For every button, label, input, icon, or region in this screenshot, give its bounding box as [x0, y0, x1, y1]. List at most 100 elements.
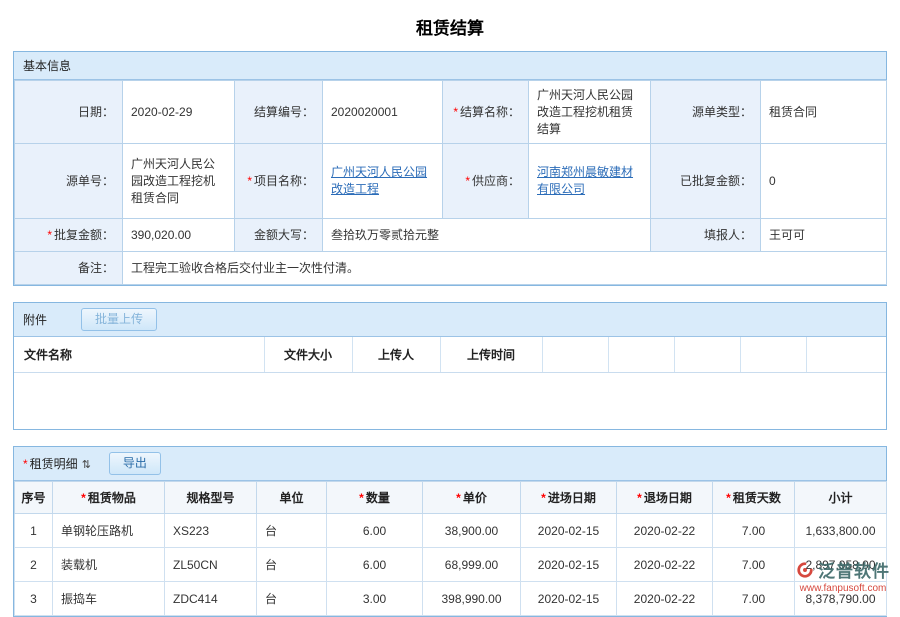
cell-unit: 台 [257, 548, 327, 582]
cell-days: 7.00 [713, 514, 795, 548]
table-row: 1 单钢轮压路机 XS223 台 6.00 38,900.00 2020-02-… [15, 514, 887, 548]
table-row: 2 装载机 ZL50CN 台 6.00 68,999.00 2020-02-15… [15, 548, 887, 582]
attachments-table: 文件名称 文件大小 上传人 上传时间 [14, 337, 886, 373]
cell-unit: 台 [257, 582, 327, 616]
supplier-label: *供应商： [443, 144, 529, 219]
cell-unit: 台 [257, 514, 327, 548]
date-value: 2020-02-29 [123, 81, 235, 144]
fanpu-watermark-row: 泛普软件 [796, 557, 890, 582]
attachments-empty-area [14, 373, 886, 429]
col-price: *单价 [423, 482, 521, 514]
col-item: *租赁物品 [53, 482, 165, 514]
basic-info-table: 日期： 2020-02-29 结算编号： 2020020001 *结算名称： 广… [14, 80, 887, 285]
attachment-header-empty-cell [608, 337, 674, 373]
required-mark: * [453, 105, 458, 119]
cell-model: ZDC414 [165, 582, 257, 616]
cell-item: 单钢轮压路机 [53, 514, 165, 548]
source-no-value: 广州天河人民公园改造工程挖机租赁合同 [123, 144, 235, 219]
col-entry-date: *进场日期 [521, 482, 617, 514]
remark-label: 备注： [15, 252, 123, 285]
cell-seq: 1 [15, 514, 53, 548]
attachment-header-uploader: 上传人 [352, 337, 440, 373]
required-mark: * [359, 491, 364, 505]
amount-caps-label: 金额大写： [235, 219, 323, 252]
export-button[interactable]: 导出 [109, 452, 161, 475]
reporter-label: 填报人： [651, 219, 761, 252]
cell-entry-date: 2020-02-15 [521, 582, 617, 616]
supplier-link[interactable]: 河南郑州晨敏建材有限公司 [537, 165, 633, 196]
col-exit-date: *退场日期 [617, 482, 713, 514]
attachments-panel: 附件 批量上传 文件名称 文件大小 上传人 上传时间 [13, 302, 887, 430]
reporter-value: 王可可 [761, 219, 887, 252]
required-mark: * [81, 491, 86, 505]
cell-exit-date: 2020-02-22 [617, 548, 713, 582]
attachments-section-header: 附件 批量上传 [14, 303, 886, 337]
approved-done-label: 已批复金额： [651, 144, 761, 219]
project-link[interactable]: 广州天河人民公园改造工程 [331, 165, 427, 196]
col-seq: 序号 [15, 482, 53, 514]
approved-done-value: 0 [761, 144, 887, 219]
cell-qty: 6.00 [327, 514, 423, 548]
attachment-header-empty-cell [806, 337, 886, 373]
cell-seq: 3 [15, 582, 53, 616]
fanpu-brand-text: 泛普软件 [818, 557, 890, 582]
required-mark: * [23, 457, 28, 471]
detail-header-row: 序号 *租赁物品 规格型号 单位 *数量 *单价 *进场日期 *退场日期 *租赁… [15, 482, 887, 514]
rental-detail-section-header: *租赁明细⇅ 导出 [14, 447, 886, 481]
col-qty: *数量 [327, 482, 423, 514]
col-unit: 单位 [257, 482, 327, 514]
required-mark: * [465, 174, 470, 188]
basic-info-section-title: 基本信息 [23, 57, 71, 74]
sort-icon[interactable]: ⇅ [82, 459, 91, 471]
cell-days: 7.00 [713, 548, 795, 582]
settle-no-value: 2020020001 [323, 81, 443, 144]
attachment-header-empty-cell [674, 337, 740, 373]
cell-price: 398,990.00 [423, 582, 521, 616]
rental-detail-table: 序号 *租赁物品 规格型号 单位 *数量 *单价 *进场日期 *退场日期 *租赁… [14, 481, 887, 616]
amount-caps-value: 叁拾玖万零贰拾元整 [323, 219, 651, 252]
approved-amount-label: *批复金额： [15, 219, 123, 252]
cell-subtotal: 1,633,800.00 [795, 514, 887, 548]
col-model: 规格型号 [165, 482, 257, 514]
attachment-header-empty-cell [542, 337, 608, 373]
basic-info-panel: 基本信息 日期： 2020-02-29 结算编号： 2020020001 *结算… [13, 51, 887, 286]
required-mark: * [247, 174, 252, 188]
col-days: *租赁天数 [713, 482, 795, 514]
attachments-section-title: 附件 [23, 311, 47, 328]
fanpu-logo-icon [796, 561, 814, 579]
settle-no-label: 结算编号： [235, 81, 323, 144]
project-label: *项目名称： [235, 144, 323, 219]
rental-detail-section-title: *租赁明细⇅ [23, 455, 91, 472]
attachment-header-empty-cell [740, 337, 806, 373]
attachment-header-filesize: 文件大小 [264, 337, 352, 373]
cell-price: 68,999.00 [423, 548, 521, 582]
cell-model: ZL50CN [165, 548, 257, 582]
rental-detail-panel: *租赁明细⇅ 导出 序号 *租赁物品 规格型号 单位 *数量 *单价 *进场日期… [13, 446, 887, 617]
fanpu-url-text: www.fanpusoft.com [796, 583, 890, 594]
cell-seq: 2 [15, 548, 53, 582]
settle-name-value: 广州天河人民公园改造工程挖机租赁结算 [529, 81, 651, 144]
settle-name-label: *结算名称： [443, 81, 529, 144]
table-row: 3 振捣车 ZDC414 台 3.00 398,990.00 2020-02-1… [15, 582, 887, 616]
required-mark: * [47, 228, 52, 242]
source-no-label: 源单号： [15, 144, 123, 219]
cell-exit-date: 2020-02-22 [617, 514, 713, 548]
required-mark: * [541, 491, 546, 505]
cell-qty: 6.00 [327, 548, 423, 582]
batch-upload-button[interactable]: 批量上传 [81, 308, 157, 331]
required-mark: * [726, 491, 731, 505]
required-mark: * [637, 491, 642, 505]
attachment-header-filename: 文件名称 [14, 337, 264, 373]
source-type-label: 源单类型： [651, 81, 761, 144]
project-value-cell: 广州天河人民公园改造工程 [323, 144, 443, 219]
required-mark: * [456, 491, 461, 505]
approved-amount-value: 390,020.00 [123, 219, 235, 252]
basic-info-section-header: 基本信息 [14, 52, 886, 80]
cell-item: 振捣车 [53, 582, 165, 616]
col-subtotal: 小计 [795, 482, 887, 514]
cell-qty: 3.00 [327, 582, 423, 616]
supplier-value-cell: 河南郑州晨敏建材有限公司 [529, 144, 651, 219]
cell-model: XS223 [165, 514, 257, 548]
attachment-header-uploadtime: 上传时间 [440, 337, 542, 373]
cell-item: 装载机 [53, 548, 165, 582]
